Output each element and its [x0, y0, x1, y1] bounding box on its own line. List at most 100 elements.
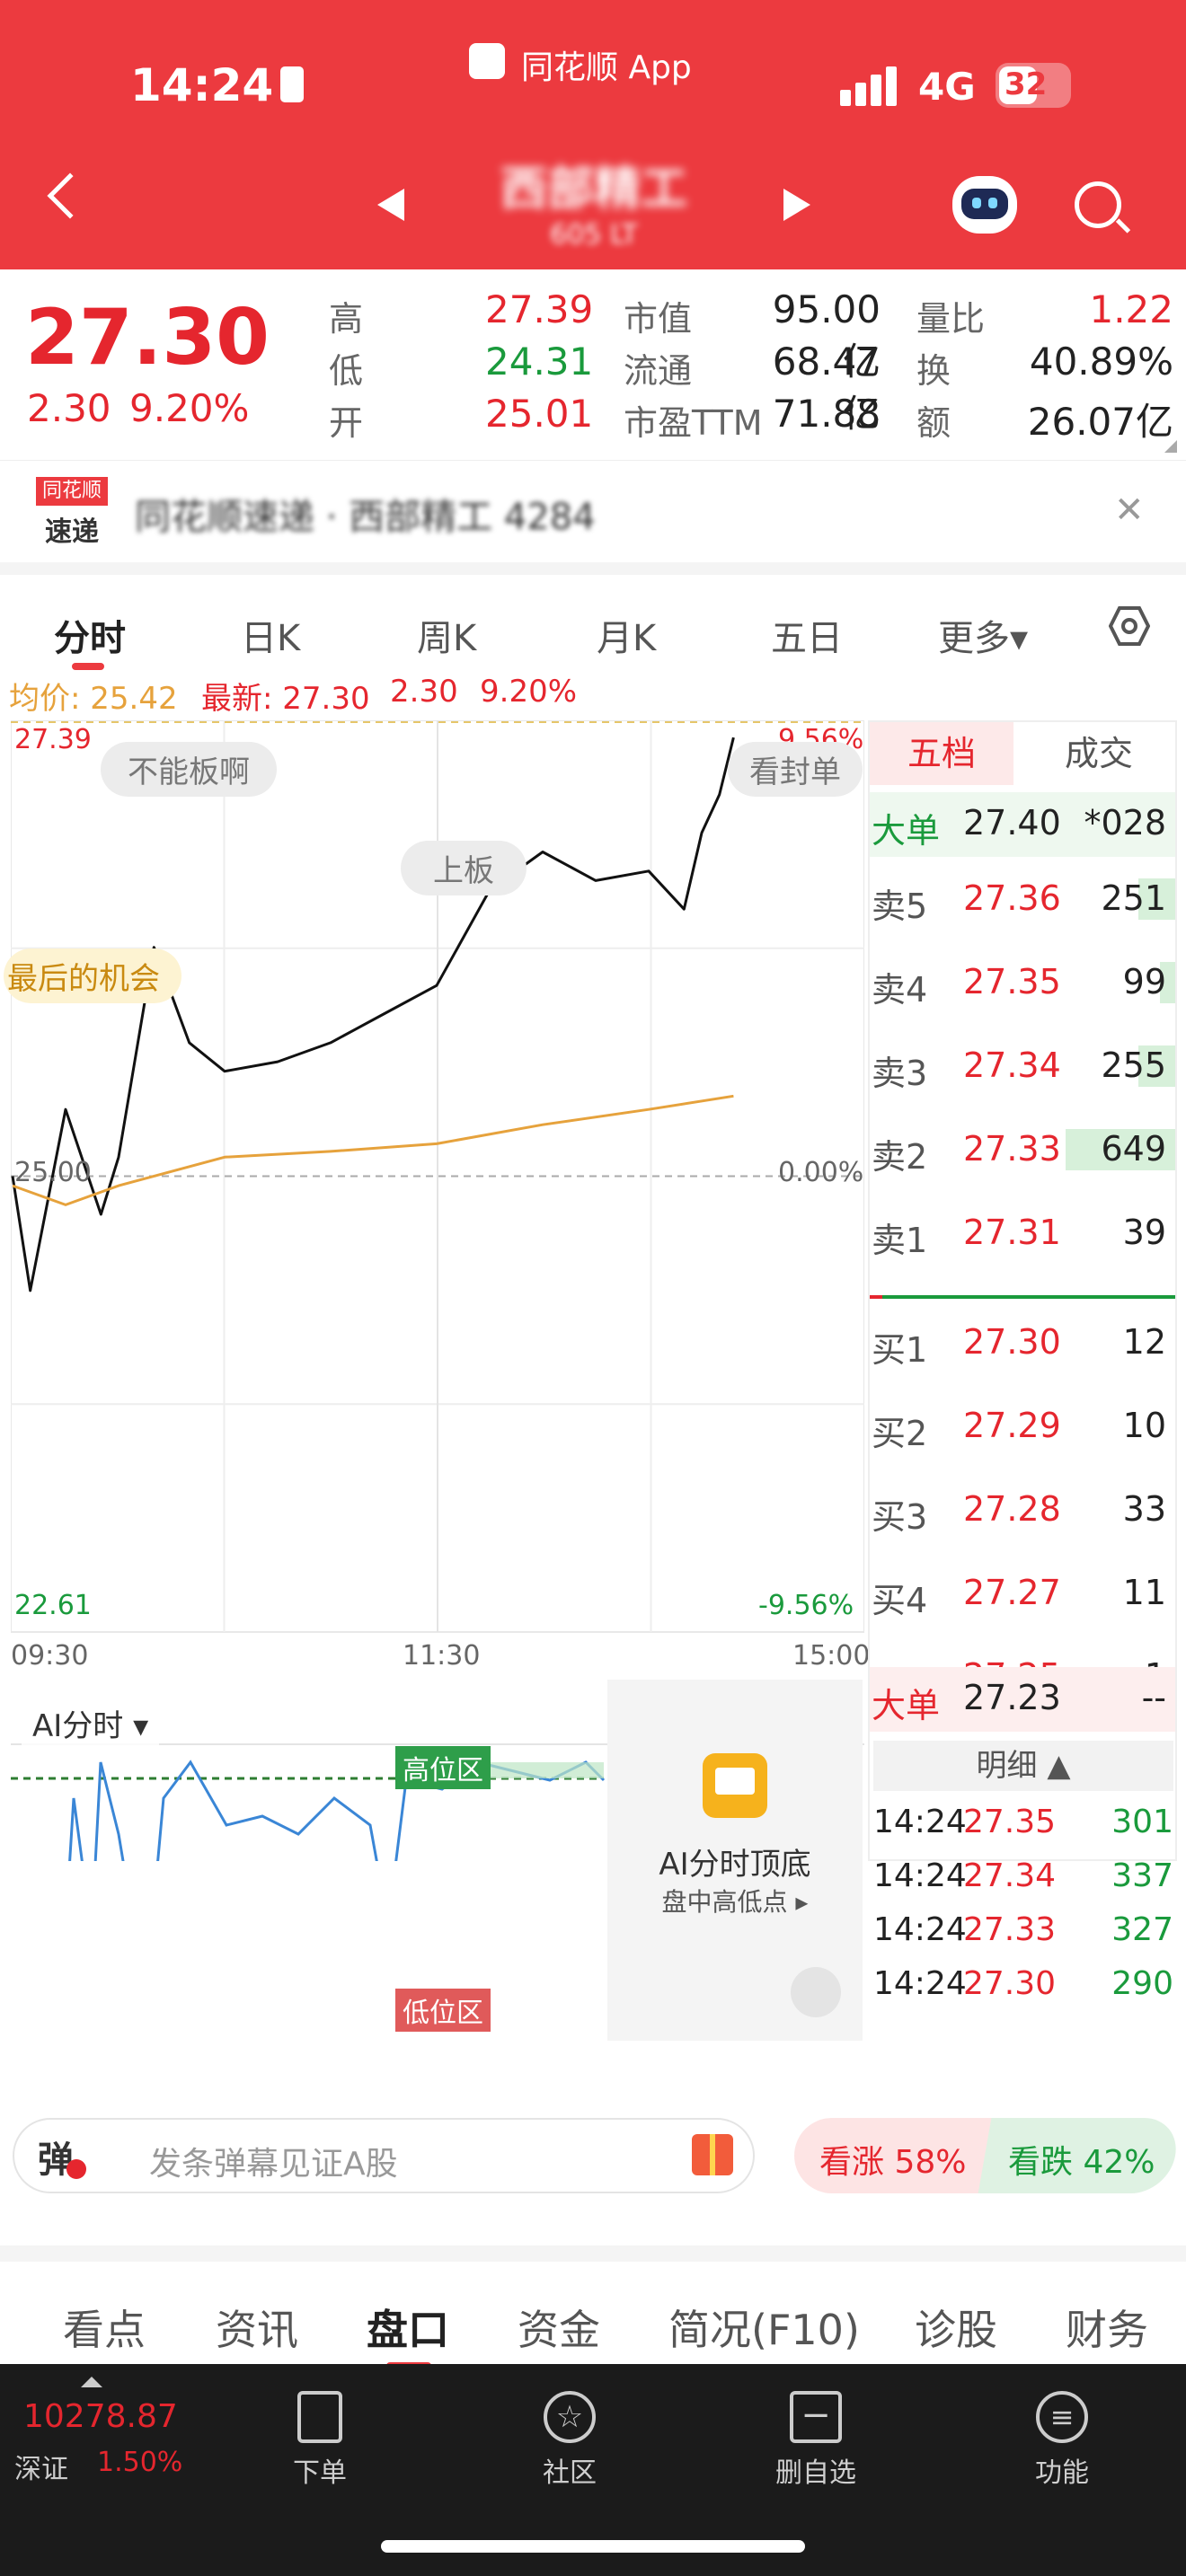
chart-change: 2.30	[390, 674, 458, 710]
bid-row: 买2 27.29 10	[872, 1406, 1166, 1453]
amount-value: 26.07亿	[1027, 400, 1173, 444]
tab-weekly-k[interactable]: 周K	[417, 609, 476, 661]
low-value: 24.31	[485, 340, 594, 384]
ask-row: 卖1 27.31 39	[872, 1213, 1166, 1260]
danmaku-badge-icon	[66, 2159, 86, 2179]
pe-label: 市盈TTM	[624, 403, 763, 443]
danmaku-bubble: 不能板啊	[101, 742, 277, 797]
trade-detail-row: 14:24 27.33 327	[873, 1911, 1173, 1948]
x-mid-label: 11:30	[403, 1640, 481, 1672]
x-end-label: 15:00	[792, 1640, 871, 1672]
ask-row: 卖4 27.35 99	[870, 957, 1175, 1010]
chart-tabs: 分时 日K 周K 月K 五日 更多▾	[0, 562, 1186, 670]
home-indicator[interactable]	[381, 2540, 805, 2553]
news-banner[interactable]: 同花顺 速递 同花顺速递 · 西部精工 4284 ✕	[0, 460, 1186, 560]
latest-price-label: 最新: 27.30	[201, 681, 370, 717]
expand-corner-icon[interactable]	[1164, 440, 1177, 453]
ai-robot-icon[interactable]	[952, 176, 1017, 234]
remove-watchlist-button[interactable]: − 删自选	[726, 2391, 906, 2490]
index-pct: 1.50%	[97, 2447, 183, 2478]
battery-icon: 32	[996, 63, 1071, 108]
order-button[interactable]: 下单	[230, 2391, 410, 2490]
search-icon[interactable]	[1075, 181, 1131, 234]
mcap-label: 市值	[624, 299, 693, 339]
detail-header[interactable]: 明细 ▲	[873, 1741, 1173, 1791]
signal-icon	[840, 66, 903, 106]
turnover-label: 换	[916, 351, 951, 391]
network-label: 4G	[918, 65, 976, 109]
high-zone-label: 高位区	[395, 1746, 491, 1789]
float-label: 流通	[624, 351, 693, 391]
bottom-toolbar: 10278.87 深证 1.50% 下单 ☆ 社区 − 删自选 ≡ 功能	[0, 2364, 1186, 2576]
fullscreen-icon[interactable]	[791, 1967, 841, 2017]
ask-row: 卖3 27.34 255	[870, 1040, 1175, 1094]
chart-change-pct: 9.20%	[480, 674, 578, 710]
subnav-orderbook[interactable]: 盘口	[367, 2298, 449, 2357]
danmaku-bubble: 上板	[401, 841, 527, 895]
high-value: 27.39	[485, 287, 594, 331]
settings-icon[interactable]	[1108, 605, 1151, 647]
pct-mid-label: 0.00%	[778, 1157, 864, 1188]
star-circle-icon: ☆	[544, 2391, 596, 2443]
tab-monthly-k[interactable]: 月K	[597, 609, 656, 661]
ai-monitor-icon	[703, 1753, 767, 1818]
bearish-vote-label: 看跌 42%	[1008, 2144, 1155, 2181]
tab-intraday[interactable]: 分时	[54, 609, 126, 661]
turnover-value: 40.89%	[1029, 340, 1173, 384]
current-price: 27.30	[25, 293, 270, 383]
prev-stock-icon[interactable]	[377, 189, 404, 221]
tab-five-day[interactable]: 五日	[771, 609, 843, 661]
price-change-pct: 9.20%	[129, 386, 250, 430]
banner-text: 同花顺速递 · 西部精工 4284	[135, 497, 596, 538]
stock-code: 605 LT	[550, 219, 638, 251]
bullish-vote[interactable]: 看涨 58%	[794, 2118, 997, 2193]
ai-promo-subtitle: 盘中高低点 ▸	[661, 1887, 809, 1917]
volratio-value: 1.22	[1089, 287, 1173, 331]
ai-mode-dropdown[interactable]: AI分时 ▾	[22, 1698, 160, 1749]
tab-trades[interactable]: 成交	[1031, 722, 1166, 785]
next-stock-icon[interactable]	[783, 189, 810, 221]
gift-icon[interactable]	[692, 2134, 733, 2175]
subnav-news[interactable]: 资讯	[216, 2298, 298, 2357]
ai-promo-card[interactable]: AI分时顶底 盘中高低点 ▸	[607, 1680, 863, 2041]
tab-more[interactable]: 更多▾	[938, 609, 1028, 661]
subnav-finance[interactable]: 财务	[1066, 2298, 1148, 2357]
volratio-label: 量比	[916, 299, 986, 339]
avg-price-label: 均价: 25.42	[9, 681, 178, 717]
danmaku-input[interactable]: 弹 发条弹幕见证A股	[13, 2118, 755, 2193]
back-icon[interactable]	[47, 172, 93, 219]
community-button[interactable]: ☆ 社区	[480, 2391, 659, 2490]
ai-promo-title: AI分时顶底	[659, 1847, 811, 1883]
function-button[interactable]: ≡ 功能	[972, 2391, 1152, 2490]
danmaku-bubble: 最后的机会	[4, 948, 181, 1003]
high-label: 高	[329, 299, 364, 339]
open-value: 25.01	[485, 392, 594, 436]
low-zone-label: 低位区	[395, 1989, 491, 2032]
bid-row: 买1 27.30 12	[872, 1322, 1166, 1370]
trade-detail-row: 14:24 27.34 337	[873, 1857, 1173, 1894]
index-value[interactable]: 10278.87	[23, 2398, 178, 2435]
danmaku-bubble: 看封单	[728, 742, 863, 797]
tab-daily-k[interactable]: 日K	[241, 609, 300, 661]
tab-five-level[interactable]: 五档	[870, 722, 1013, 785]
chart-area: 均价: 25.42 最新: 27.30 2.30 9.20% 27.39 9.5…	[0, 665, 1186, 2193]
y-mid-label: 25.00	[14, 1157, 92, 1188]
big-order-row: 大单 27.40 *028	[870, 792, 1175, 857]
app-name: 同花顺 App	[521, 49, 692, 86]
subnav-capital[interactable]: 资金	[518, 2298, 600, 2357]
close-icon[interactable]: ✕	[1114, 490, 1145, 531]
y-bottom-label: 22.61	[14, 1590, 92, 1621]
menu-circle-icon: ≡	[1036, 2391, 1088, 2443]
subnav-profile[interactable]: 简况(F10)	[668, 2298, 860, 2357]
up-arrow-icon	[81, 2377, 102, 2387]
open-label: 开	[329, 403, 364, 443]
divider	[870, 1295, 1175, 1299]
sub-navigation: 看点 资讯 盘口 资金 简况(F10) 诊股 财务	[0, 2245, 1186, 2369]
pct-bottom-label: -9.56%	[758, 1590, 854, 1621]
ask-row: 卖2 27.33 649	[870, 1124, 1175, 1178]
bid-row: 买3 27.28 33	[872, 1489, 1166, 1537]
subnav-highlights[interactable]: 看点	[63, 2298, 146, 2357]
subnav-diagnosis[interactable]: 诊股	[915, 2298, 997, 2357]
stock-name: 西部精工	[500, 163, 687, 216]
divider-marker	[870, 1295, 882, 1299]
